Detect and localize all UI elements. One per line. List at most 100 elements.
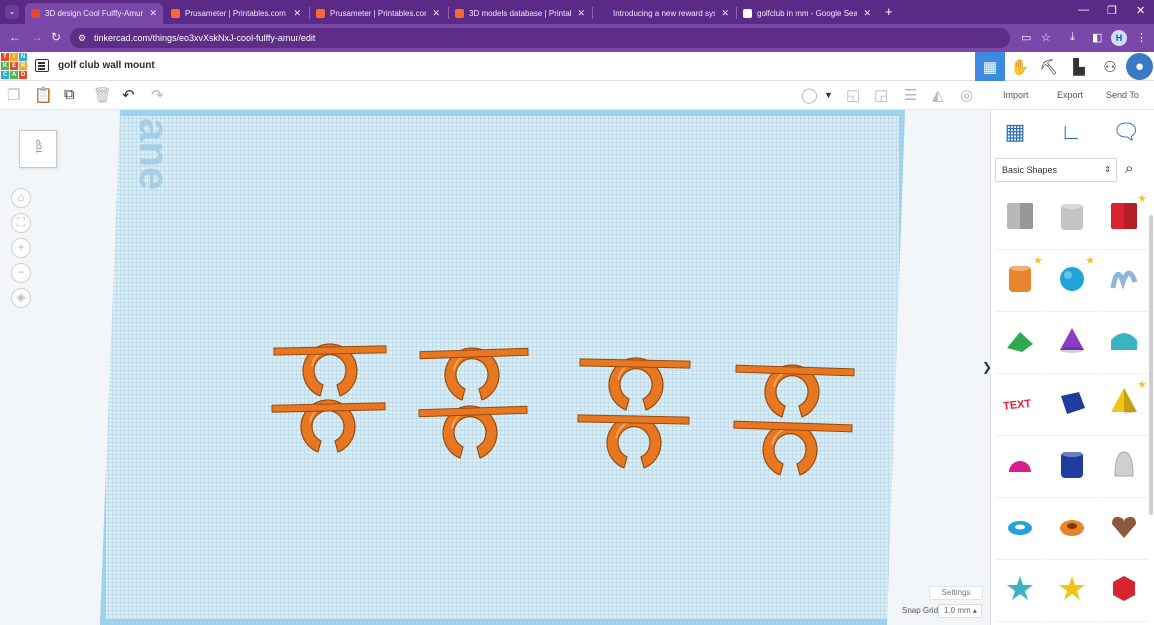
roof-shape[interactable] (995, 314, 1045, 374)
cruise-icon[interactable]: ◎ (960, 86, 973, 104)
send-to-button[interactable]: Send To (1106, 90, 1139, 100)
maximize-icon[interactable]: ❐ (1107, 4, 1117, 17)
box-shape[interactable]: ★ (1099, 190, 1149, 250)
sphere-shape[interactable]: ★ (1047, 252, 1097, 312)
tab-close-icon[interactable]: ✕ (721, 8, 729, 19)
tab-search-icon[interactable]: ⌄ (5, 5, 19, 19)
cylinder-shape[interactable]: ★ (995, 252, 1045, 312)
tab-3[interactable]: Prusameter | Printables.com ✕ (310, 3, 446, 24)
search-icon[interactable]: ⌕ (1125, 160, 1133, 177)
half-sphere-shape-icon (1009, 461, 1031, 472)
mount-plate[interactable] (735, 364, 855, 377)
user-avatar-icon[interactable]: ● (1126, 53, 1153, 80)
profile-avatar[interactable]: H (1111, 30, 1127, 46)
workplane-icon[interactable]: ▦ (1001, 118, 1029, 146)
grid-view-icon[interactable]: ▦ (975, 52, 1005, 81)
paraboloid-shape[interactable] (1099, 438, 1149, 498)
tab-5[interactable]: Introducing a new reward syste ✕ (593, 3, 735, 24)
minimize-icon[interactable]: — (1078, 4, 1089, 16)
close-window-icon[interactable]: ✕ (1136, 4, 1145, 17)
tube-shape[interactable] (1047, 500, 1097, 560)
mount-plate[interactable] (733, 420, 853, 433)
mount-plate[interactable] (579, 358, 691, 369)
golf-club-mount-1[interactable] (271, 343, 387, 453)
design-title[interactable]: golf club wall mount (58, 60, 155, 71)
export-button[interactable]: Export (1057, 90, 1083, 100)
cone-shape[interactable] (1047, 314, 1097, 374)
tinkercad-logo[interactable]: TIN KER CAD (1, 53, 27, 79)
light-bulb-icon[interactable]: ◯ (801, 86, 818, 104)
shape-category-select[interactable]: Basic Shapes ⇕ (995, 158, 1117, 182)
add-user-icon[interactable]: ⚇ (1095, 52, 1125, 81)
scribble-shape[interactable] (1099, 252, 1149, 312)
browser-menu-icon[interactable]: ⋮ (1136, 31, 1147, 44)
side-panel-icon[interactable]: ◧ (1092, 31, 1102, 44)
install-app-icon[interactable]: ▭ (1021, 31, 1031, 44)
round-roof-shape[interactable] (1099, 314, 1149, 374)
design-menu-icon[interactable] (35, 59, 49, 72)
polygon-shape[interactable] (1047, 376, 1097, 436)
tab-close-icon[interactable]: ✕ (863, 8, 871, 19)
star-yellow-shape[interactable] (1047, 562, 1097, 622)
align-icon[interactable]: ☰ (904, 86, 917, 104)
tab-close-icon[interactable]: ✕ (149, 8, 157, 19)
star-shape[interactable] (995, 562, 1045, 622)
settings-button[interactable]: Settings (929, 586, 983, 600)
bricks-icon[interactable]: ▙ (1064, 52, 1094, 81)
tab-4[interactable]: 3D models database | Printable ✕ (449, 3, 591, 24)
copy-icon[interactable]: ❐ (7, 86, 20, 104)
group-icon[interactable]: ◱ (846, 86, 860, 104)
snap-grid-select[interactable]: 1.0 mm ▴ (938, 604, 982, 618)
mount-plate[interactable] (273, 345, 387, 356)
mount-plate[interactable] (418, 405, 528, 418)
import-button[interactable]: Import (1003, 90, 1029, 100)
undo-icon[interactable]: ↶ (122, 86, 135, 104)
robot-hand-icon[interactable]: ✋ (1005, 52, 1035, 81)
tab-close-icon[interactable]: ✕ (293, 8, 301, 19)
collapse-panel-icon[interactable]: ❯ (982, 360, 990, 374)
new-tab-button[interactable]: + (885, 4, 893, 19)
url-input[interactable]: ⚙ tinkercad.com/things/eo3xvXskNxJ-cool-… (70, 28, 1010, 48)
mirror-icon[interactable]: ◭ (932, 86, 944, 104)
bookmark-star-icon[interactable]: ☆ (1041, 31, 1051, 44)
ruler-icon[interactable]: ∟ (1057, 118, 1085, 146)
dropdown-icon[interactable]: ▼ (824, 90, 833, 100)
golf-club-mount-3[interactable] (577, 357, 691, 469)
half-sphere-shape[interactable] (995, 438, 1045, 498)
pickaxe-icon[interactable]: ⛏ (1034, 52, 1064, 81)
tab-6[interactable]: golfclub in mm - Google Search ✕ (737, 3, 877, 24)
notes-icon[interactable]: 🗨 (1112, 118, 1140, 146)
download-icon[interactable]: ⤓ (1070, 31, 1075, 44)
tab-close-icon[interactable]: ✕ (432, 8, 440, 19)
back-icon[interactable]: ← (9, 30, 21, 44)
panel-scrollbar[interactable] (1149, 215, 1153, 515)
text-shape[interactable]: TEXT (995, 376, 1045, 436)
forward-icon[interactable]: → (31, 30, 43, 44)
duplicate-icon[interactable]: ⧉ (64, 86, 75, 103)
design-objects[interactable] (0, 110, 990, 625)
mount-plate[interactable] (271, 402, 386, 413)
ungroup-icon[interactable]: ◲ (874, 86, 888, 104)
mount-plate[interactable] (577, 414, 690, 425)
golf-club-mount-4[interactable] (733, 364, 855, 476)
paste-icon[interactable]: 📋 (34, 86, 53, 104)
tab-1[interactable]: 3D design Cool Fulffy-Amur | Ti ✕ (25, 3, 163, 24)
tab-title: golfclub in mm - Google Search (757, 9, 858, 18)
golf-club-mount-2[interactable] (418, 347, 529, 459)
redo-icon[interactable]: ↷ (151, 86, 164, 104)
pyramid-shape[interactable]: ★ (1099, 376, 1149, 436)
torus-shape[interactable] (995, 500, 1045, 560)
site-info-icon[interactable]: ⚙ (78, 28, 86, 48)
tab-separator (448, 7, 449, 19)
delete-icon[interactable]: 🗑 (93, 86, 112, 104)
mount-plate[interactable] (419, 347, 529, 360)
tab-2[interactable]: Prusameter | Printables.com ✕ (165, 3, 307, 24)
cylinder-hole-shape[interactable] (1047, 190, 1097, 250)
box-hole-shape[interactable] (995, 190, 1045, 250)
tab-close-icon[interactable]: ✕ (577, 8, 585, 19)
workplane-area[interactable]: ane TOP ⌂ ⛶ + − ◈ Settings Snap Grid 1.0… (0, 110, 990, 625)
reload-icon[interactable]: ↻ (51, 30, 61, 44)
icosahedron-shape[interactable] (1099, 562, 1149, 622)
heart-shape[interactable] (1099, 500, 1149, 560)
hexagonal-prism-shape[interactable] (1047, 438, 1097, 498)
